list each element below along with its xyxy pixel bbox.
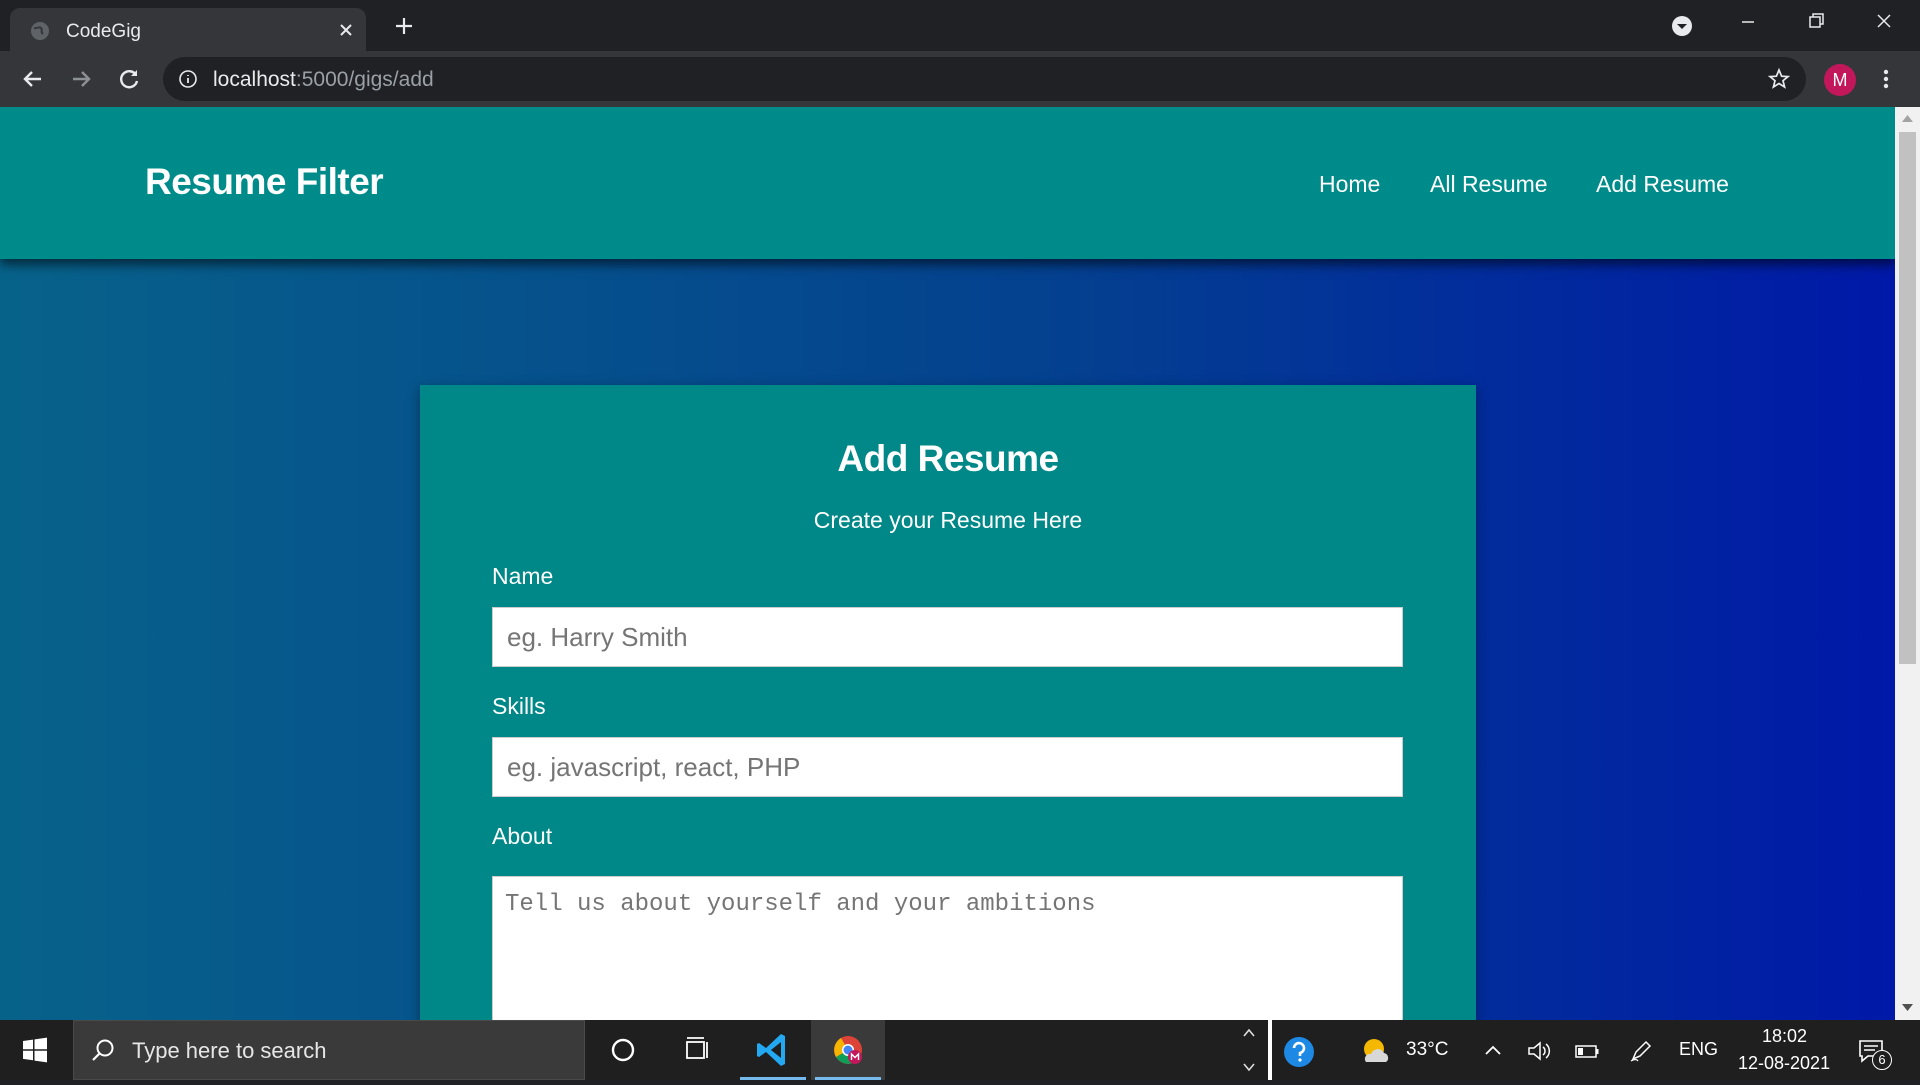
search-icon: [92, 1039, 114, 1061]
address-bar[interactable]: localhost:5000/gigs/add: [163, 57, 1806, 101]
pen-icon[interactable]: [1628, 1038, 1654, 1064]
vscode-icon: [757, 1034, 785, 1066]
name-input[interactable]: [492, 607, 1403, 667]
tab-search-icon[interactable]: [1670, 14, 1694, 38]
brand-logo[interactable]: Resume Filter: [145, 161, 384, 203]
clock-time[interactable]: 18:02: [1762, 1026, 1807, 1047]
browser-toolbar: localhost:5000/gigs/add M: [0, 51, 1920, 107]
chrome-icon: [834, 1036, 862, 1064]
add-resume-form: Add Resume Create your Resume Here Name …: [420, 385, 1476, 1020]
chrome-taskbar-item[interactable]: [811, 1020, 885, 1080]
show-hidden-icons-icon[interactable]: [1480, 1038, 1506, 1064]
weather-icon[interactable]: [1360, 1036, 1392, 1066]
taskbar-scroll-icon[interactable]: [1242, 1024, 1256, 1076]
skills-label: Skills: [492, 693, 546, 719]
scroll-up-icon[interactable]: [1901, 113, 1914, 123]
help-icon[interactable]: [1282, 1035, 1316, 1069]
minimize-icon[interactable]: [1714, 0, 1782, 44]
volume-icon[interactable]: [1526, 1038, 1552, 1064]
close-window-icon[interactable]: [1850, 0, 1918, 44]
vscode-taskbar-item[interactable]: [736, 1020, 810, 1080]
nav-add-resume-link[interactable]: Add Resume: [1596, 171, 1729, 198]
task-view-icon[interactable]: [660, 1020, 734, 1080]
reload-icon[interactable]: [115, 65, 143, 93]
skills-input[interactable]: [492, 737, 1403, 797]
nav-all-resume-link[interactable]: All Resume: [1430, 171, 1548, 198]
form-title: Add Resume: [837, 438, 1059, 479]
page-scrollbar[interactable]: [1895, 107, 1920, 1020]
taskbar-divider: [1268, 1020, 1272, 1080]
clock-date[interactable]: 12-08-2021: [1738, 1053, 1830, 1074]
language-indicator[interactable]: ENG: [1679, 1039, 1718, 1060]
url-path: :5000/gigs/add: [295, 68, 434, 91]
scrollbar-thumb[interactable]: [1899, 132, 1916, 664]
taskbar-search[interactable]: Type here to search: [73, 1020, 585, 1080]
browser-tab[interactable]: CodeGig: [10, 8, 366, 51]
weather-temperature[interactable]: 33°C: [1406, 1039, 1448, 1061]
name-label: Name: [492, 563, 554, 589]
nav-home-link[interactable]: Home: [1319, 171, 1380, 198]
bookmark-star-icon[interactable]: [1767, 67, 1791, 91]
restore-icon[interactable]: [1782, 0, 1850, 44]
form-subtitle: Create your Resume Here: [813, 507, 1083, 533]
notification-badge: 6: [1872, 1050, 1892, 1070]
info-icon[interactable]: [178, 69, 198, 89]
battery-icon[interactable]: [1574, 1038, 1600, 1064]
taskbar-search-placeholder: Type here to search: [132, 1038, 327, 1063]
close-tab-icon[interactable]: [336, 20, 356, 40]
about-label: About: [492, 823, 553, 849]
windows-start-icon[interactable]: [0, 1020, 70, 1080]
menu-icon[interactable]: [1876, 65, 1896, 93]
profile-avatar[interactable]: M: [1824, 64, 1856, 96]
page-viewport: Resume Filter Home All Resume Add Resume…: [0, 107, 1895, 1020]
new-tab-icon[interactable]: [392, 14, 416, 38]
scroll-down-icon[interactable]: [1901, 1003, 1914, 1013]
back-icon[interactable]: [19, 65, 47, 93]
url-text: localhost:5000/gigs/add: [213, 68, 434, 92]
cortana-icon[interactable]: [586, 1020, 660, 1080]
browser-tab-bar: CodeGig: [0, 0, 1920, 51]
site-navbar: Resume Filter Home All Resume Add Resume: [0, 107, 1895, 259]
globe-icon: [31, 22, 49, 40]
windows-taskbar: Type here to search 33°C ENG 18:02 12-08…: [0, 1020, 1920, 1080]
url-host: localhost: [213, 68, 296, 91]
forward-icon[interactable]: [67, 65, 95, 93]
about-textarea[interactable]: [492, 876, 1403, 1020]
tab-title: CodeGig: [66, 21, 141, 42]
